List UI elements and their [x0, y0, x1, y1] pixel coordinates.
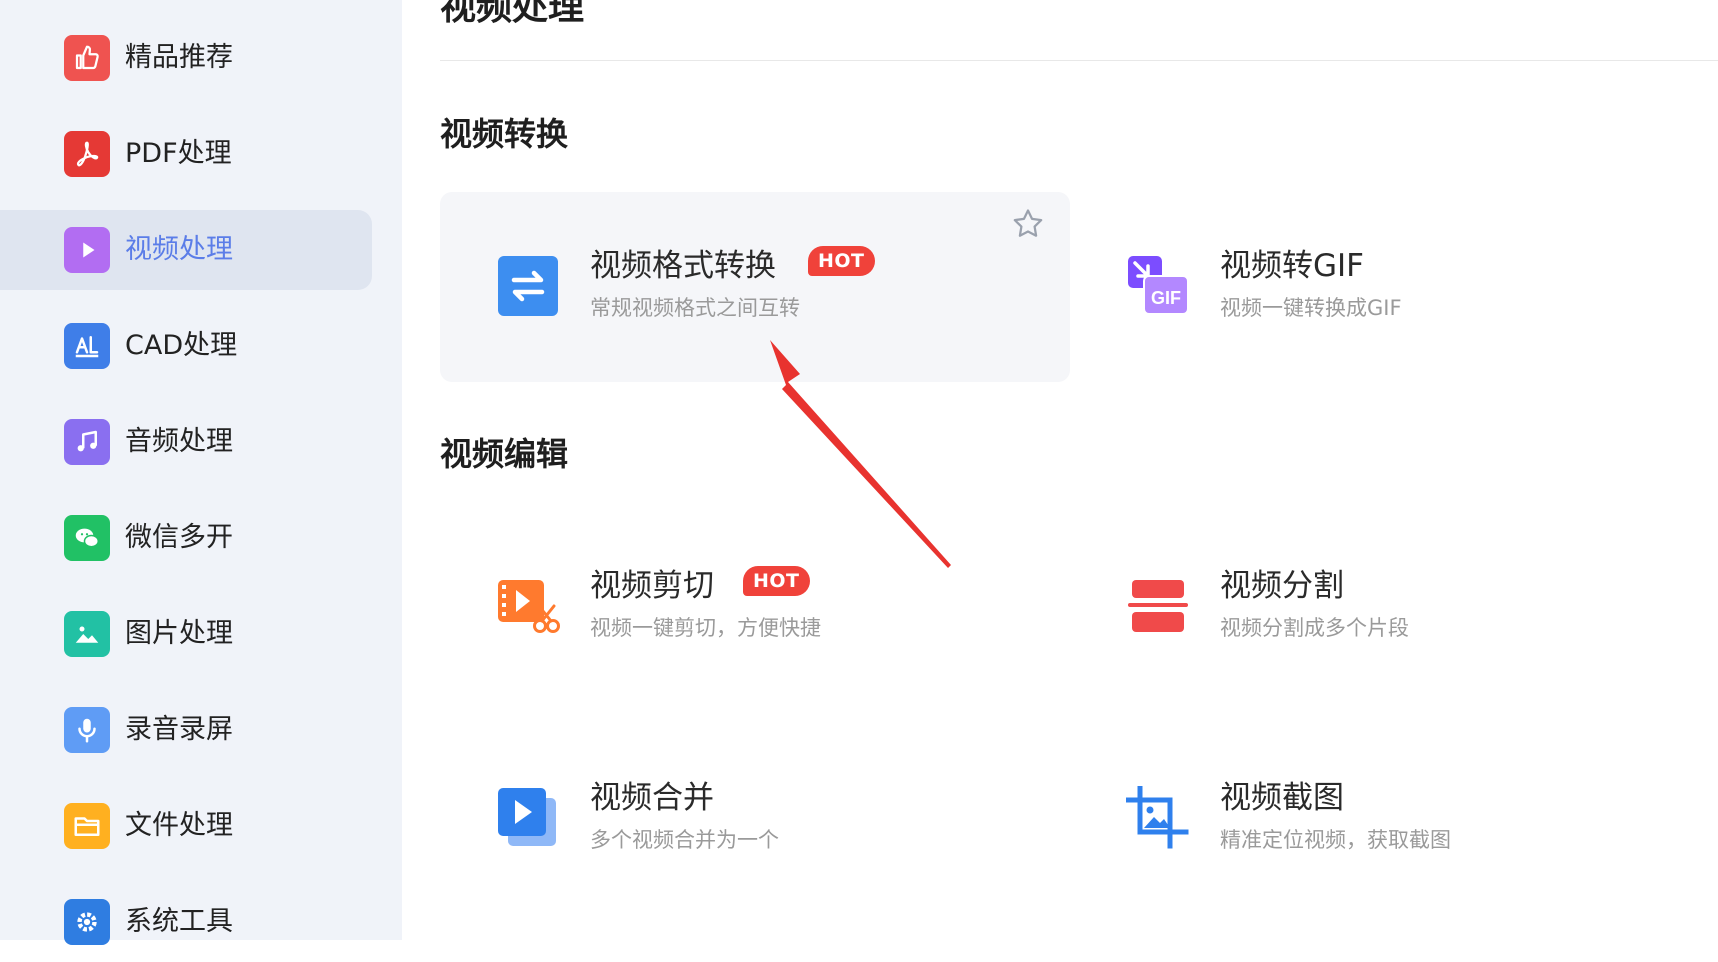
microphone-icon	[64, 707, 110, 753]
hot-badge: HOT	[808, 246, 875, 276]
tool-desc: 多个视频合并为一个	[590, 828, 779, 852]
sidebar-item-label: CAD处理	[125, 330, 238, 361]
wechat-icon	[64, 515, 110, 561]
sidebar-item-wechat[interactable]: 微信多开	[0, 498, 372, 578]
sidebar-item-file[interactable]: 文件处理	[0, 786, 372, 866]
tool-desc: 精准定位视频，获取截图	[1220, 828, 1451, 852]
sidebar-item-label: 精品推荐	[125, 42, 233, 73]
tool-card-video-cut[interactable]: 视频剪切 HOT 视频一键剪切，方便快捷	[440, 512, 1070, 702]
sidebar-item-label: PDF处理	[125, 138, 232, 169]
sidebar-item-audio[interactable]: 音频处理	[0, 402, 372, 482]
sidebar-item-label: 音频处理	[125, 426, 233, 457]
sidebar-item-label: 系统工具	[125, 906, 233, 937]
sidebar-item-cad[interactable]: CAD处理	[0, 306, 372, 386]
sidebar-item-image[interactable]: 图片处理	[0, 594, 372, 674]
tool-name: 视频截图	[1220, 780, 1344, 816]
tool-desc: 常规视频格式之间互转	[590, 296, 800, 320]
sidebar-item-pdf[interactable]: PDF处理	[0, 114, 372, 194]
pdf-icon	[64, 131, 110, 177]
hot-badge: HOT	[743, 566, 810, 596]
tool-card-video-screenshot[interactable]: 视频截图 精准定位视频，获取截图	[1070, 724, 1700, 914]
split-icon	[1126, 574, 1190, 638]
tool-name: 视频剪切	[590, 568, 714, 604]
gif-icon: GIF	[1126, 254, 1190, 318]
folder-icon	[64, 803, 110, 849]
tool-name: 视频合并	[590, 780, 714, 816]
title-divider	[440, 60, 1718, 61]
section-title-editing: 视频编辑	[440, 435, 569, 473]
tool-name: 视频格式转换	[590, 248, 776, 284]
gif-icon-text: GIF	[1151, 288, 1181, 308]
cad-icon	[64, 323, 110, 369]
video-merge-icon	[496, 786, 560, 850]
video-play-icon	[64, 227, 110, 273]
tool-card-video-split[interactable]: 视频分割 视频分割成多个片段	[1070, 512, 1700, 702]
tool-desc: 视频一键转换成GIF	[1220, 296, 1402, 320]
sidebar-item-label: 文件处理	[125, 810, 233, 841]
sidebar-item-video[interactable]: 视频处理	[0, 210, 372, 290]
sidebar-item-label: 微信多开	[125, 522, 233, 553]
video-cut-icon	[496, 574, 560, 638]
tool-card-video-to-gif[interactable]: GIF 视频转GIF 视频一键转换成GIF	[1070, 192, 1700, 382]
tool-card-video-merge[interactable]: 视频合并 多个视频合并为一个	[440, 724, 1070, 914]
sidebar-item-system-tools[interactable]: 系统工具	[0, 882, 372, 962]
sidebar-item-label: 录音录屏	[125, 714, 233, 745]
convert-arrows-icon	[496, 254, 560, 318]
music-note-icon	[64, 419, 110, 465]
image-icon	[64, 611, 110, 657]
thumbs-up-icon	[64, 35, 110, 81]
section-title-conversion: 视频转换	[440, 115, 569, 153]
tool-name: 视频转GIF	[1220, 248, 1364, 284]
sidebar-item-recommended[interactable]: 精品推荐	[0, 18, 372, 98]
sidebar-item-recording[interactable]: 录音录屏	[0, 690, 372, 770]
sidebar: 精品推荐 PDF处理 视频处理 CAD处理 音频处理 微信多开 图片处理 录音录…	[0, 0, 402, 945]
tool-desc: 视频一键剪切，方便快捷	[590, 616, 821, 640]
page-title: 视频处理	[440, 0, 585, 28]
sidebar-item-label: 图片处理	[125, 618, 233, 649]
gear-icon	[64, 899, 110, 945]
tool-desc: 视频分割成多个片段	[1220, 616, 1409, 640]
crop-screenshot-icon	[1126, 786, 1190, 850]
tool-name: 视频分割	[1220, 568, 1344, 604]
sidebar-item-label: 视频处理	[125, 234, 233, 265]
favorite-star-icon[interactable]	[1010, 206, 1046, 242]
tool-card-video-format-convert[interactable]: 视频格式转换 HOT 常规视频格式之间互转	[440, 192, 1070, 382]
